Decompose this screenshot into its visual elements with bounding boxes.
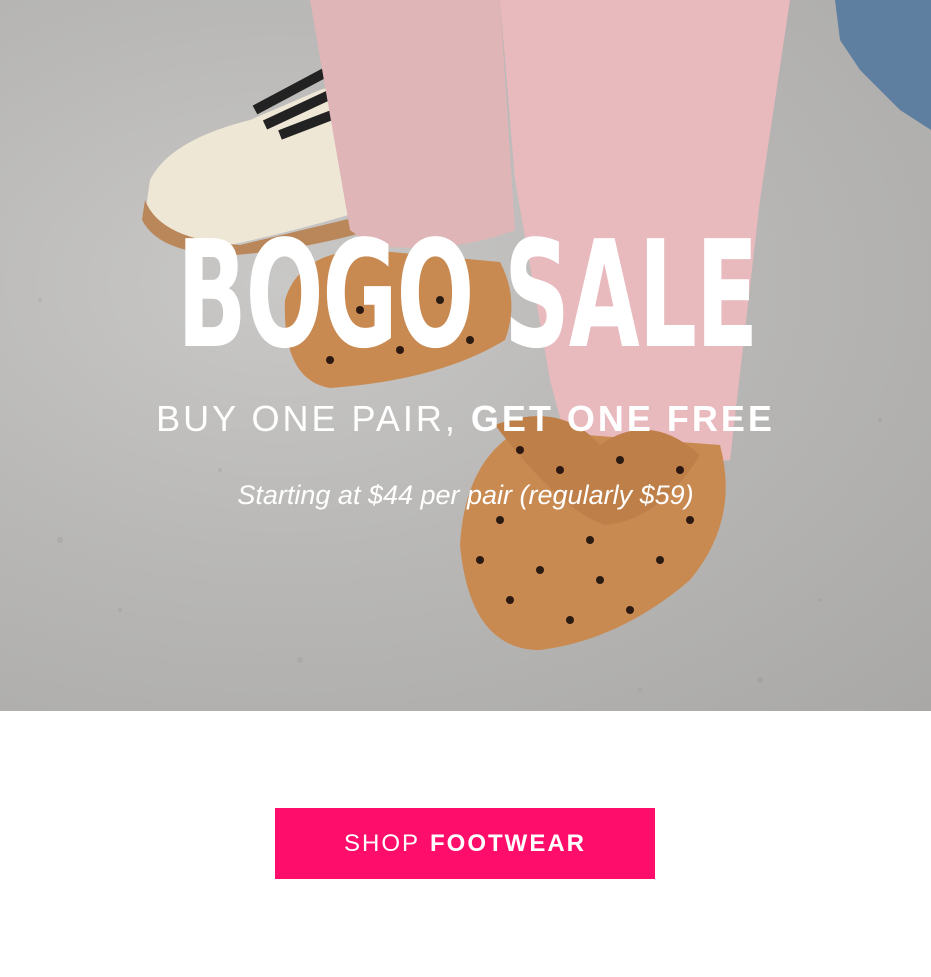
cta-label-bold: FOOTWEAR — [430, 829, 586, 857]
hero-banner: BOGO SALE BUY ONE PAIR, GET ONE FREE Sta… — [0, 0, 931, 711]
price-note: Starting at $44 per pair (regularly $59) — [237, 480, 694, 510]
sale-subheadline: BUY ONE PAIR, GET ONE FREE — [0, 398, 931, 440]
subhead-bold-text: GET ONE FREE — [470, 398, 775, 439]
cta-label-light: SHOP — [344, 829, 421, 857]
subhead-light-text: BUY ONE PAIR, — [156, 398, 458, 439]
shop-footwear-button[interactable]: SHOP FOOTWEAR — [275, 808, 655, 879]
sale-headline: BOGO SALE — [176, 209, 759, 381]
